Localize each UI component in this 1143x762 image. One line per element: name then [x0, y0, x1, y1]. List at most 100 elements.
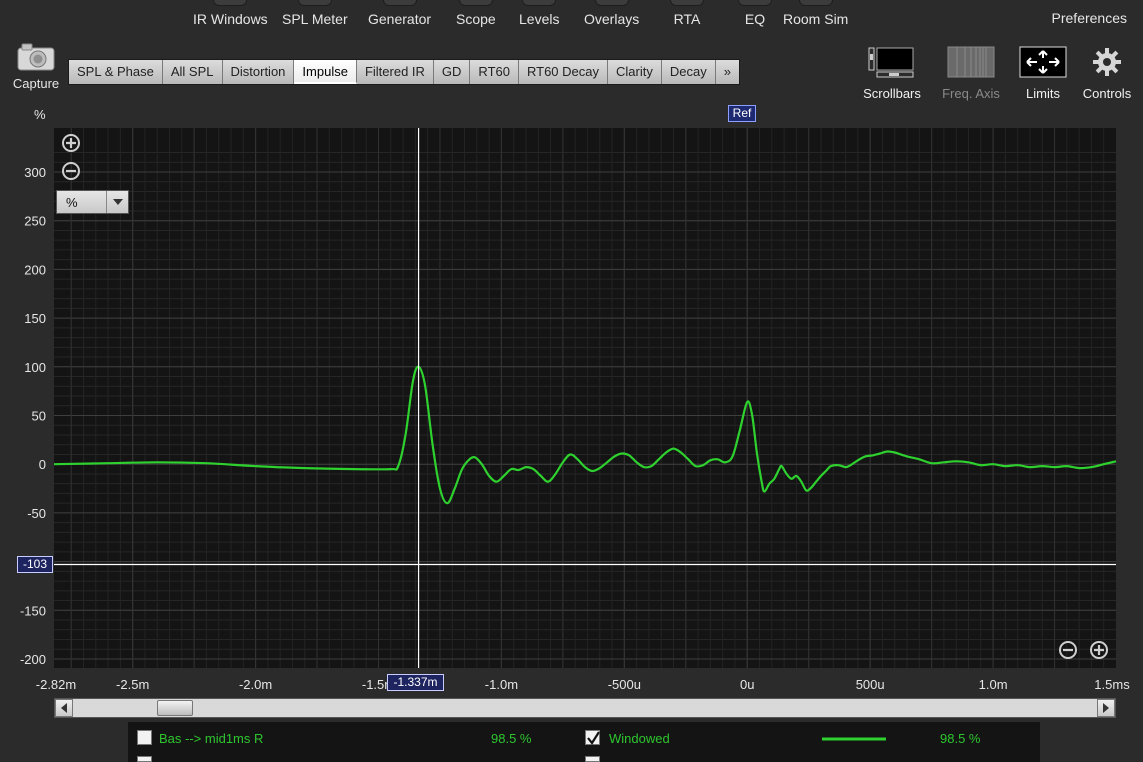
capture-label: Capture — [12, 76, 60, 91]
menu-label: Overlays — [584, 11, 640, 27]
tab-impulse[interactable]: Impulse — [294, 60, 357, 84]
x-tick-label: 1.0m — [979, 677, 1008, 692]
menu-label: EQ — [744, 11, 766, 27]
controls-label: Controls — [1082, 86, 1132, 101]
x-tick-label: 1.5ms — [1094, 677, 1130, 692]
capture-button[interactable]: Capture — [8, 42, 64, 98]
menu-label: Scope — [456, 11, 496, 27]
tab-more[interactable]: » — [715, 60, 739, 84]
y-tick-label: 50 — [32, 409, 46, 424]
y-tick-label: -200 — [20, 652, 46, 667]
minus-circle-icon — [62, 162, 80, 180]
scrollbar-thumb[interactable] — [157, 700, 193, 716]
trace-color-swatch[interactable] — [822, 737, 886, 741]
freq-axis-icon — [947, 46, 995, 78]
impulse-chart[interactable]: 300 250 200 150 100 50 0 -50 -150 -200 -2.82m -2.5… — [0, 100, 1143, 698]
menu-knob — [738, 0, 772, 6]
preferences-link[interactable]: Preferences — [1052, 10, 1127, 26]
tab-spl-phase[interactable]: SPL & Phase — [69, 60, 163, 84]
x-tick-label: -1.0m — [485, 677, 518, 692]
measurement-name: Bas --> mid1ms R — [159, 731, 264, 746]
camera-icon — [17, 43, 55, 71]
windowed-checkbox[interactable] — [585, 730, 600, 745]
menu-overlays[interactable]: Overlays — [584, 0, 639, 38]
zoom-out-x-button[interactable] — [1058, 640, 1078, 660]
limits-button[interactable]: Limits — [1008, 44, 1078, 101]
y-tick-label: 200 — [24, 262, 46, 277]
freq-axis-button[interactable]: Freq. Axis — [936, 44, 1006, 101]
legend-row: Bas --> mid1ms R 98.5 % Windowed 98.5 % — [128, 728, 1040, 750]
menu-levels[interactable]: Levels — [519, 0, 559, 38]
controls-button[interactable]: Controls — [1072, 44, 1142, 101]
menu-knob — [594, 0, 629, 6]
menu-rta[interactable]: RTA — [670, 0, 704, 38]
checkmark-icon — [587, 731, 600, 745]
scrollbars-label: Scrollbars — [863, 86, 921, 101]
limits-icon — [1019, 46, 1067, 78]
ref-marker[interactable]: Ref — [728, 105, 756, 122]
menu-knob — [382, 0, 417, 6]
scroll-right-button[interactable] — [1097, 699, 1115, 717]
menu-scope[interactable]: Scope — [456, 0, 496, 38]
x-tick-label: -2.0m — [239, 677, 272, 692]
menu-room-sim[interactable]: Room Sim — [783, 0, 848, 38]
gear-icon — [1093, 48, 1121, 76]
menu-knob — [798, 0, 833, 6]
tab-gd[interactable]: GD — [433, 60, 471, 84]
tab-decay[interactable]: Decay — [661, 60, 716, 84]
tab-clarity[interactable]: Clarity — [608, 60, 662, 84]
graph-tabs: SPL & Phase All SPL Distortion Impulse F… — [68, 59, 740, 85]
menu-label: IR Windows — [193, 11, 268, 27]
unit-dropdown[interactable]: % — [56, 190, 129, 214]
scroll-left-button[interactable] — [55, 699, 73, 717]
menu-label: SPL Meter — [282, 11, 348, 27]
freq-axis-label: Freq. Axis — [942, 86, 1000, 101]
menu-generator[interactable]: Generator — [368, 0, 431, 38]
measurement-checkbox[interactable] — [137, 730, 152, 745]
unit-dropdown-value: % — [66, 195, 78, 210]
next-row-checkbox[interactable] — [585, 756, 600, 762]
tab-all-spl[interactable]: All SPL — [162, 60, 223, 84]
zoom-in-y-button[interactable] — [61, 133, 81, 153]
horizontal-scrollbar[interactable] — [54, 698, 1116, 718]
x-tick-label: 0u — [740, 677, 754, 692]
next-row-checkbox[interactable] — [137, 756, 152, 762]
measurement-legend: Bas --> mid1ms R 98.5 % Windowed 98.5 % — [128, 722, 1040, 762]
x-tick-labels: -2.82m -2.5m -2.0m -1.5m -1.0m -500u 0u 500u 1.0… — [36, 677, 1130, 692]
tab-rt60[interactable]: RT60 — [470, 60, 519, 84]
menu-eq[interactable]: EQ — [738, 0, 772, 38]
menu-knob — [670, 0, 704, 6]
x-tick-label: -500u — [608, 677, 641, 692]
menu-knob — [297, 0, 332, 6]
x-tick-label: -2.5m — [116, 677, 149, 692]
limits-label: Limits — [1026, 86, 1060, 101]
y-tick-label: 250 — [24, 214, 46, 229]
y-tick-labels: 300 250 200 150 100 50 0 -50 -150 -200 — [20, 165, 46, 667]
minus-circle-icon — [1059, 641, 1077, 659]
y-tick-label: 100 — [24, 360, 46, 375]
windowed-value: 98.5 % — [940, 731, 981, 746]
arrow-right-icon — [1103, 703, 1109, 713]
y-tick-label: 150 — [24, 311, 46, 326]
zoom-in-x-button[interactable] — [1089, 640, 1109, 660]
menu-spl-meter[interactable]: SPL Meter — [282, 0, 348, 38]
tab-filtered-ir[interactable]: Filtered IR — [356, 60, 434, 84]
tab-rt60-decay[interactable]: RT60 Decay — [518, 60, 608, 84]
measurement-value: 98.5 % — [491, 731, 532, 746]
plus-circle-icon — [62, 134, 80, 152]
menu-label: RTA — [673, 11, 701, 27]
scrollbars-icon — [868, 47, 914, 78]
top-menu: IR Windows SPL Meter Generator Scope Lev… — [0, 0, 1143, 38]
y-tick-label: 0 — [39, 457, 46, 472]
x-tick-label: -2.82m — [36, 677, 76, 692]
cursor-x-readout: -1.337m — [387, 674, 444, 691]
windowed-label: Windowed — [609, 731, 670, 746]
menu-knob — [458, 0, 493, 6]
zoom-out-y-button[interactable] — [61, 161, 81, 181]
arrow-left-icon — [61, 703, 67, 713]
scrollbars-button[interactable]: Scrollbars — [857, 44, 927, 101]
menu-ir-windows[interactable]: IR Windows — [193, 0, 268, 38]
y-tick-label: -150 — [20, 603, 46, 618]
tab-distortion[interactable]: Distortion — [222, 60, 295, 84]
y-tick-label: -50 — [27, 506, 46, 521]
